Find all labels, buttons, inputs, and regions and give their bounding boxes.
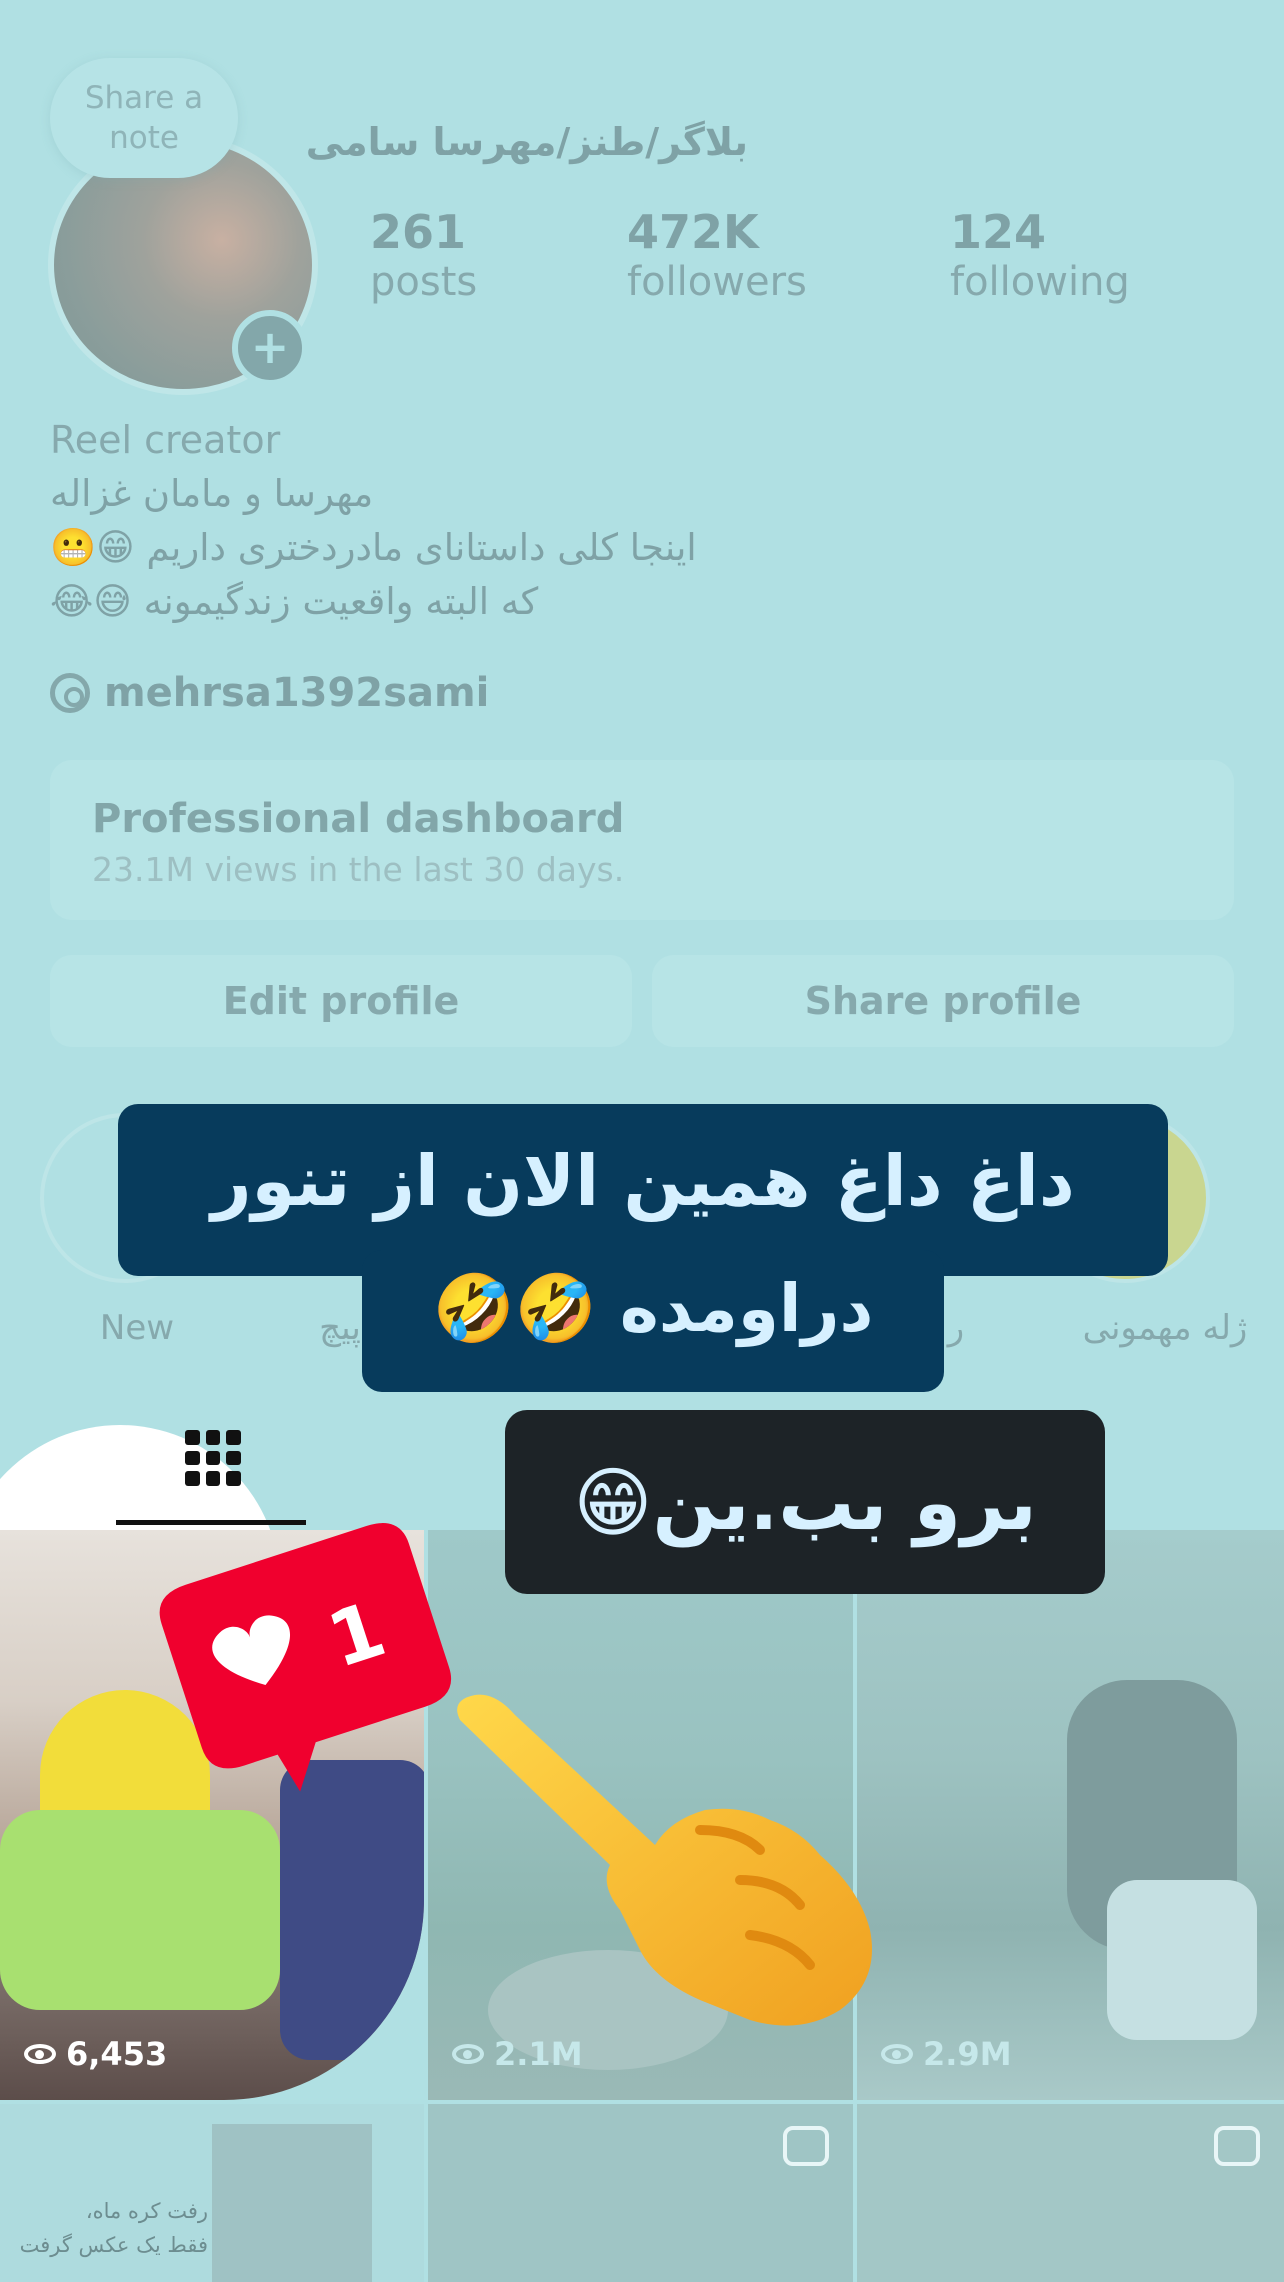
profile-category: Reel creator [50,418,281,462]
pointing-hand-icon [457,1694,872,2026]
eye-icon [24,2044,56,2064]
threads-link[interactable]: mehrsa1392sami [50,670,489,716]
post-1-views: 6,453 [24,2035,167,2073]
share-profile-button[interactable]: Share profile [652,955,1234,1047]
eye-icon [881,2044,913,2064]
post-3-views: 2.9M [881,2035,1012,2073]
caption-line-1: داغ داغ همین الان از تنور [211,1140,1075,1222]
post-4-caption: رفت کره ماه، فقط یک عکس گرفت [8,2194,208,2262]
edit-profile-button[interactable]: Edit profile [50,955,632,1047]
post-tile-4[interactable]: رفت کره ماه، فقط یک عکس گرفت [0,2104,424,2282]
eye-icon [452,2044,484,2064]
bio-line-1: مهرسا و مامان غزاله [50,472,374,515]
post-tile-6[interactable] [857,2104,1284,2282]
profile-name: بلاگر/طنز/مهرسا سامی [305,120,748,164]
add-story-icon[interactable]: + [232,310,308,386]
post-tile-3[interactable]: 2.9M [857,1530,1284,2100]
reel-icon [1214,2126,1260,2166]
post-tile-5[interactable] [428,2104,853,2282]
post-4-photo [212,2124,372,2282]
post-1-view-count: 6,453 [66,2035,168,2073]
reel-icon [783,2126,829,2166]
caption-line-2: دراومده 🤣🤣 [432,1270,874,1347]
dashboard-subtitle: 23.1M views in the last 30 days. [92,850,625,889]
followers-label: followers [627,259,807,305]
post-1-figure-2 [280,1760,424,2060]
post-3-bag [1107,1880,1257,2040]
following-count: 124 [950,205,1047,259]
post-2-views: 2.1M [452,2035,583,2073]
posts-stat[interactable]: 261 posts [370,205,477,305]
highlight-new-label: New [99,1308,175,1348]
post-3-view-count: 2.9M [923,2035,1012,2073]
following-label: following [950,259,1130,305]
highlight-4-label: ژله مهمونی [1082,1308,1248,1348]
threads-handle: mehrsa1392sami [104,670,490,716]
threads-icon [50,673,90,713]
share-note-bubble[interactable]: Share a note [50,58,238,178]
cta-text: برو بب.ین😁 [573,1457,1037,1547]
like-notification-bubble [159,1523,452,1792]
followers-count: 472K [627,205,759,259]
post-1-figure-shirt [0,1810,280,2010]
post-4-caption-line1: رفت کره ماه، [85,2199,208,2223]
dashboard-title: Professional dashboard [92,796,625,842]
bio-line-3: که البته واقعیت زندگیمونه 😅😂 [50,580,539,623]
post-2-view-count: 2.1M [494,2035,583,2073]
posts-label: posts [370,259,478,305]
posts-count: 261 [370,205,467,259]
bio-line-2: اینجا کلی داستانای مادردختری داریم 😁😬 [50,526,697,569]
following-stat[interactable]: 124 following [950,205,1130,305]
followers-stat[interactable]: 472K followers [627,205,807,305]
cta-box: برو بب.ین😁 [505,1410,1105,1594]
grid-icon[interactable] [185,1430,241,1486]
post-4-caption-line2: فقط یک عکس گرفت [19,2233,208,2257]
